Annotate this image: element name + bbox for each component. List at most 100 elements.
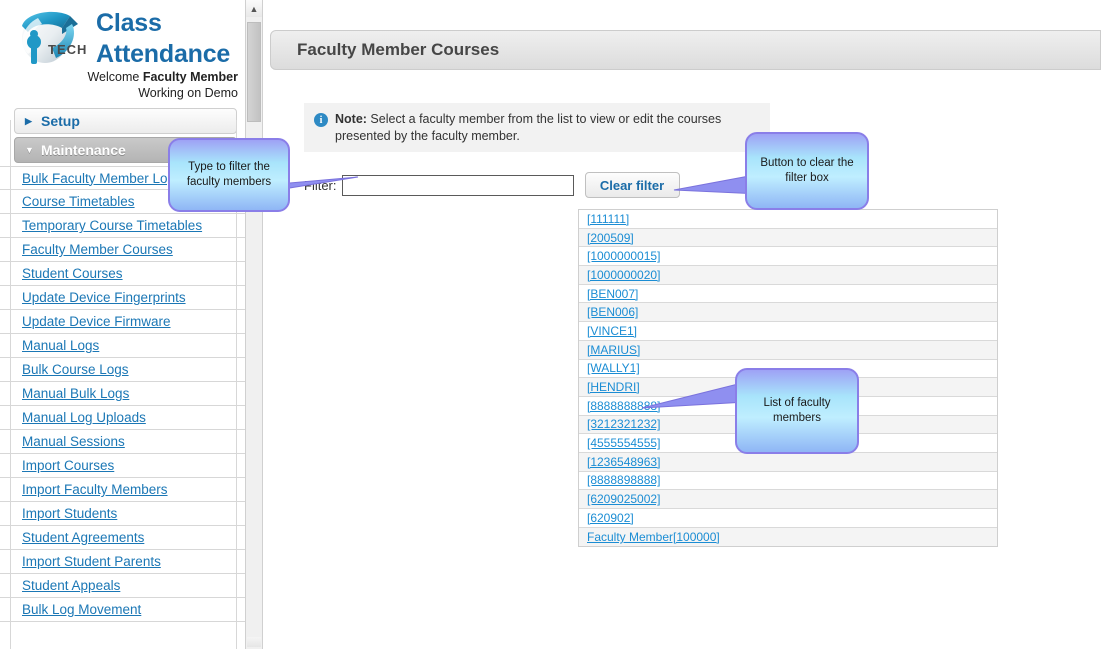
sidebar-item[interactable]: Import Student Parents	[0, 550, 245, 574]
filter-row: Filter: Clear filter	[304, 172, 680, 198]
faculty-member-link[interactable]: [1000000020]	[587, 268, 660, 282]
faculty-list-row[interactable]: [1000000015]	[579, 247, 997, 267]
sidebar-section-maintenance-label: Maintenance	[41, 142, 126, 158]
sidebar-item-label[interactable]: Manual Sessions	[22, 434, 125, 449]
faculty-member-link[interactable]: Faculty Member[100000]	[587, 530, 720, 544]
faculty-list-row[interactable]: [VINCE1]	[579, 322, 997, 341]
sidebar-item[interactable]: Update Device Fingerprints	[0, 286, 245, 310]
sidebar-item-label[interactable]: Import Faculty Members	[22, 482, 168, 497]
sidebar-item-label[interactable]: Student Appeals	[22, 578, 120, 593]
svg-text:TECH: TECH	[48, 42, 87, 57]
faculty-list-row[interactable]: [BEN007]	[579, 284, 997, 304]
sidebar-item[interactable]: Student Appeals	[0, 574, 245, 598]
application-root: TECH Class Attendance Welcome Faculty Me…	[0, 0, 1101, 649]
clear-filter-button[interactable]: Clear filter	[584, 172, 680, 198]
chevron-up-icon[interactable]: ▲	[246, 0, 262, 17]
faculty-list-row[interactable]: [6209025002]	[579, 490, 997, 509]
welcome-message: Welcome Faculty Member Working on Demo	[8, 70, 238, 101]
sidebar-item[interactable]: Faculty Member Courses	[0, 238, 245, 262]
sidebar-item-label[interactable]: Faculty Member Courses	[22, 242, 173, 257]
callout-faculty-list-text: List of faculty members	[763, 397, 831, 424]
page-header-bar: Faculty Member Courses	[270, 30, 1101, 70]
sidebar-item-label[interactable]: Manual Log Uploads	[22, 410, 146, 425]
welcome-prefix: Welcome	[87, 70, 143, 84]
brand-header: TECH Class Attendance Welcome Faculty Me…	[0, 0, 245, 108]
sidebar-item-label[interactable]: Bulk Course Logs	[22, 362, 129, 377]
sidebar-menu-list: Bulk Faculty Member Logs Course Timetable…	[0, 166, 245, 622]
welcome-line-1: Welcome Faculty Member	[8, 70, 238, 86]
main-content: Faculty Member Courses i Note: Select a …	[264, 0, 1101, 649]
faculty-member-link[interactable]: [1236548963]	[587, 455, 660, 469]
faculty-member-link[interactable]: [620902]	[587, 511, 634, 525]
note-label: Note:	[335, 112, 367, 126]
welcome-line-2: Working on Demo	[138, 85, 238, 100]
sidebar-item-label[interactable]: Student Courses	[22, 266, 123, 281]
sidebar-item-label[interactable]: Update Device Firmware	[22, 314, 171, 329]
faculty-member-link[interactable]: [BEN007]	[587, 287, 638, 301]
faculty-list-row[interactable]: [8888898888]	[579, 471, 997, 491]
sidebar-item[interactable]: Update Device Firmware	[0, 310, 245, 334]
faculty-list-row[interactable]: [MARIUS]	[579, 340, 997, 360]
sidebar-item[interactable]: Manual Log Uploads	[0, 406, 245, 430]
faculty-member-link[interactable]: [HENDRI]	[587, 380, 640, 394]
sidebar-item[interactable]: Student Agreements	[0, 526, 245, 550]
faculty-member-link[interactable]: [BEN006]	[587, 305, 638, 319]
sidebar-item[interactable]: Temporary Course Timetables	[0, 214, 245, 238]
sidebar: TECH Class Attendance Welcome Faculty Me…	[0, 0, 245, 649]
sidebar-item[interactable]: Student Courses	[0, 262, 245, 286]
faculty-list-row[interactable]: [1236548963]	[579, 452, 997, 472]
sidebar-item[interactable]: Import Courses	[0, 454, 245, 478]
filter-input[interactable]	[341, 174, 574, 196]
faculty-member-link[interactable]: [4555554555]	[587, 436, 660, 450]
welcome-user-name: Faculty Member	[142, 70, 238, 84]
sidebar-item-label[interactable]: Import Courses	[22, 458, 114, 473]
sidebar-item-label[interactable]: Import Student Parents	[22, 554, 161, 569]
sidebar-item[interactable]: Bulk Log Movement	[0, 598, 245, 622]
sidebar-scrollbar[interactable]: ▲	[245, 0, 263, 649]
chevron-down-icon: ▼	[25, 144, 34, 155]
sidebar-item[interactable]: Manual Bulk Logs	[0, 382, 245, 406]
sidebar-item[interactable]: Manual Sessions	[0, 430, 245, 454]
faculty-member-link[interactable]: [6209025002]	[587, 492, 660, 506]
iptech-globe-logo-icon: TECH	[22, 11, 87, 64]
faculty-member-link[interactable]: [8888898888]	[587, 473, 660, 487]
faculty-list-row[interactable]: [1000000020]	[579, 266, 997, 285]
faculty-list-row[interactable]: [111111]	[579, 210, 997, 229]
sidebar-section-setup[interactable]: ▶ Setup	[14, 108, 237, 134]
faculty-member-link[interactable]: [3212321232]	[587, 417, 660, 431]
faculty-member-link[interactable]: [1000000015]	[587, 249, 660, 263]
sidebar-item-label[interactable]: Course Timetables	[22, 194, 135, 209]
page-title: Faculty Member Courses	[297, 40, 500, 59]
sidebar-item-label[interactable]: Temporary Course Timetables	[22, 218, 202, 233]
sidebar-item-label[interactable]: Manual Bulk Logs	[22, 386, 129, 401]
callout-faculty-list: List of faculty members	[735, 368, 859, 454]
faculty-member-link[interactable]: [111111]	[587, 212, 629, 226]
note-box: i Note: Select a faculty member from the…	[304, 103, 770, 152]
faculty-list-row[interactable]: [200509]	[579, 228, 997, 248]
faculty-member-link[interactable]: [VINCE1]	[587, 324, 637, 338]
sidebar-item-label[interactable]: Update Device Fingerprints	[22, 290, 186, 305]
sidebar-item-label[interactable]: Student Agreements	[22, 530, 144, 545]
sidebar-item[interactable]: Manual Logs	[0, 334, 245, 358]
faculty-list-row[interactable]: Faculty Member[100000]	[579, 527, 997, 547]
brand-titles: Class Attendance	[96, 8, 238, 70]
info-icon: i	[314, 113, 328, 127]
sidebar-section-setup-label: Setup	[41, 113, 80, 129]
sidebar-left-border	[10, 120, 11, 649]
scrollbar-track-bottom[interactable]	[247, 637, 261, 647]
sidebar-item[interactable]: Import Faculty Members	[0, 478, 245, 502]
sidebar-item-label[interactable]: Manual Logs	[22, 338, 99, 353]
callout-clear-filter: Button to clear the filter box	[745, 132, 869, 210]
faculty-member-link[interactable]: [MARIUS]	[587, 343, 640, 357]
sidebar-item-label[interactable]: Bulk Log Movement	[22, 602, 141, 617]
note-text: Note: Select a faculty member from the l…	[335, 111, 760, 144]
sidebar-item-label[interactable]: Import Students	[22, 506, 117, 521]
faculty-list-row[interactable]: [620902]	[579, 509, 997, 528]
sidebar-item[interactable]: Import Students	[0, 502, 245, 526]
faculty-member-link[interactable]: [WALLY1]	[587, 361, 640, 375]
faculty-member-link[interactable]: [200509]	[587, 231, 634, 245]
faculty-list-row[interactable]: [BEN006]	[579, 303, 997, 323]
callout-filter: Type to filter the faculty members	[168, 138, 290, 212]
scrollbar-thumb[interactable]	[247, 22, 261, 122]
sidebar-item[interactable]: Bulk Course Logs	[0, 358, 245, 382]
